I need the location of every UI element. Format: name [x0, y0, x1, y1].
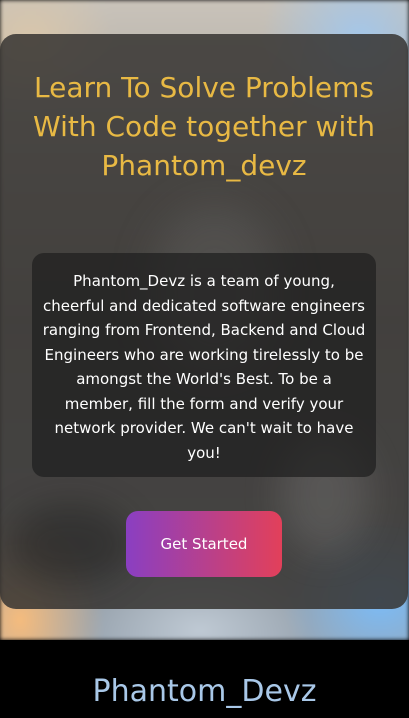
background-blur [10, 504, 130, 584]
hero-headline: Learn To Solve Problems With Code togeth… [33, 71, 375, 182]
hero-card: Learn To Solve Problems With Code togeth… [0, 34, 408, 609]
about-text: Phantom_Devz is a team of young, cheerfu… [42, 272, 366, 462]
footer-brand[interactable]: Phantom_Devz [0, 672, 409, 712]
about-panel: Phantom_Devz is a team of young, cheerfu… [32, 253, 376, 477]
get-started-button[interactable]: Get Started [126, 511, 282, 577]
